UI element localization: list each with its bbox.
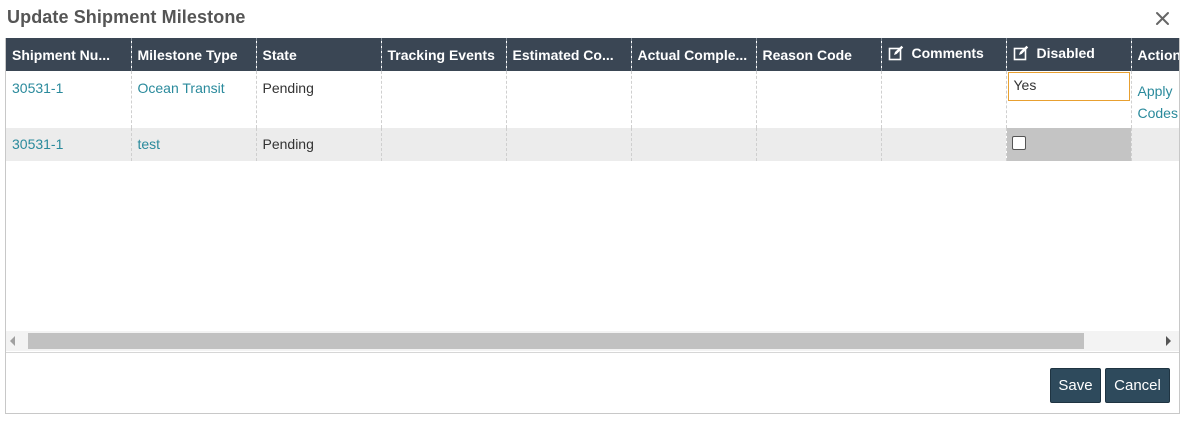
- cell-comments[interactable]: [881, 128, 1007, 161]
- column-header-action[interactable]: Action: [1131, 38, 1179, 71]
- cell-actual-completion: [631, 71, 757, 128]
- milestone-grid: Shipment Nu... Milestone Type State Trac…: [6, 38, 1180, 331]
- disabled-select[interactable]: Yes: [1007, 72, 1130, 101]
- column-header-estimated-completion[interactable]: Estimated Co...: [506, 38, 632, 71]
- disabled-checkbox[interactable]: [1011, 136, 1026, 150]
- cell-reason-code: [756, 128, 882, 161]
- cell-state: Pending: [256, 71, 382, 128]
- cell-shipment-number[interactable]: 30531-1: [6, 128, 132, 161]
- column-header-state[interactable]: State: [256, 38, 382, 71]
- close-icon[interactable]: [1153, 7, 1173, 29]
- apply-codes-link-line2: Codes: [1137, 105, 1178, 121]
- cell-milestone-type[interactable]: Ocean Transit: [131, 71, 257, 128]
- scroll-right-icon[interactable]: [1166, 336, 1171, 346]
- cell-action: Apply Codes: [1131, 71, 1180, 128]
- cancel-button[interactable]: Cancel: [1105, 368, 1170, 403]
- table-row[interactable]: 30531-1 Ocean Transit Pending Yes Apply C…: [6, 71, 1180, 128]
- dialog-body: Shipment Nu... Milestone Type State Trac…: [5, 38, 1180, 414]
- apply-codes-link[interactable]: Apply Codes: [1137, 80, 1180, 124]
- update-shipment-milestone-dialog: Update Shipment Milestone Shipment Nu...…: [0, 0, 1181, 425]
- column-header-comments[interactable]: Comments: [881, 38, 1007, 71]
- column-header-tracking-events[interactable]: Tracking Events: [381, 38, 507, 71]
- horizontal-scrollbar[interactable]: [6, 331, 1179, 351]
- shipment-number-link[interactable]: 30531-1: [12, 136, 63, 152]
- save-button[interactable]: Save: [1050, 368, 1101, 403]
- scrollbar-thumb[interactable]: [28, 333, 1084, 349]
- column-header-disabled-label: Disabled: [1036, 45, 1095, 61]
- cell-disabled[interactable]: [1006, 128, 1132, 161]
- column-header-actual-completion[interactable]: Actual Comple...: [631, 38, 757, 71]
- dialog-titlebar: Update Shipment Milestone: [0, 0, 1181, 38]
- cell-actual-completion: [631, 128, 757, 161]
- cell-tracking-events: [381, 128, 507, 161]
- column-header-disabled[interactable]: Disabled: [1006, 38, 1132, 71]
- column-header-shipment-number[interactable]: Shipment Nu...: [6, 38, 132, 71]
- grid-header-row: Shipment Nu... Milestone Type State Trac…: [6, 38, 1179, 71]
- scroll-left-icon[interactable]: [10, 336, 15, 346]
- apply-codes-link-line1: Apply: [1137, 83, 1173, 99]
- cell-tracking-events: [381, 71, 507, 128]
- cell-comments[interactable]: [881, 71, 1007, 128]
- cell-estimated-completion: [506, 128, 632, 161]
- cell-disabled[interactable]: Yes: [1006, 71, 1132, 128]
- footer-divider: [6, 352, 1179, 353]
- edit-icon: [1013, 45, 1029, 64]
- cell-state: Pending: [256, 128, 382, 161]
- cell-milestone-type[interactable]: test: [131, 128, 257, 161]
- milestone-type-link[interactable]: test: [138, 136, 161, 152]
- column-header-comments-label: Comments: [911, 45, 984, 61]
- shipment-number-link[interactable]: 30531-1: [12, 80, 63, 96]
- dialog-title: Update Shipment Milestone: [7, 7, 246, 27]
- edit-icon: [888, 45, 904, 64]
- milestone-type-link[interactable]: Ocean Transit: [138, 80, 225, 96]
- column-header-milestone-type[interactable]: Milestone Type: [131, 38, 257, 71]
- column-header-reason-code[interactable]: Reason Code: [756, 38, 882, 71]
- cell-action: [1131, 128, 1179, 161]
- cell-estimated-completion: [506, 71, 632, 128]
- cell-shipment-number[interactable]: 30531-1: [6, 71, 132, 128]
- cell-reason-code: [756, 71, 882, 128]
- table-row[interactable]: 30531-1 test Pending: [6, 128, 1179, 161]
